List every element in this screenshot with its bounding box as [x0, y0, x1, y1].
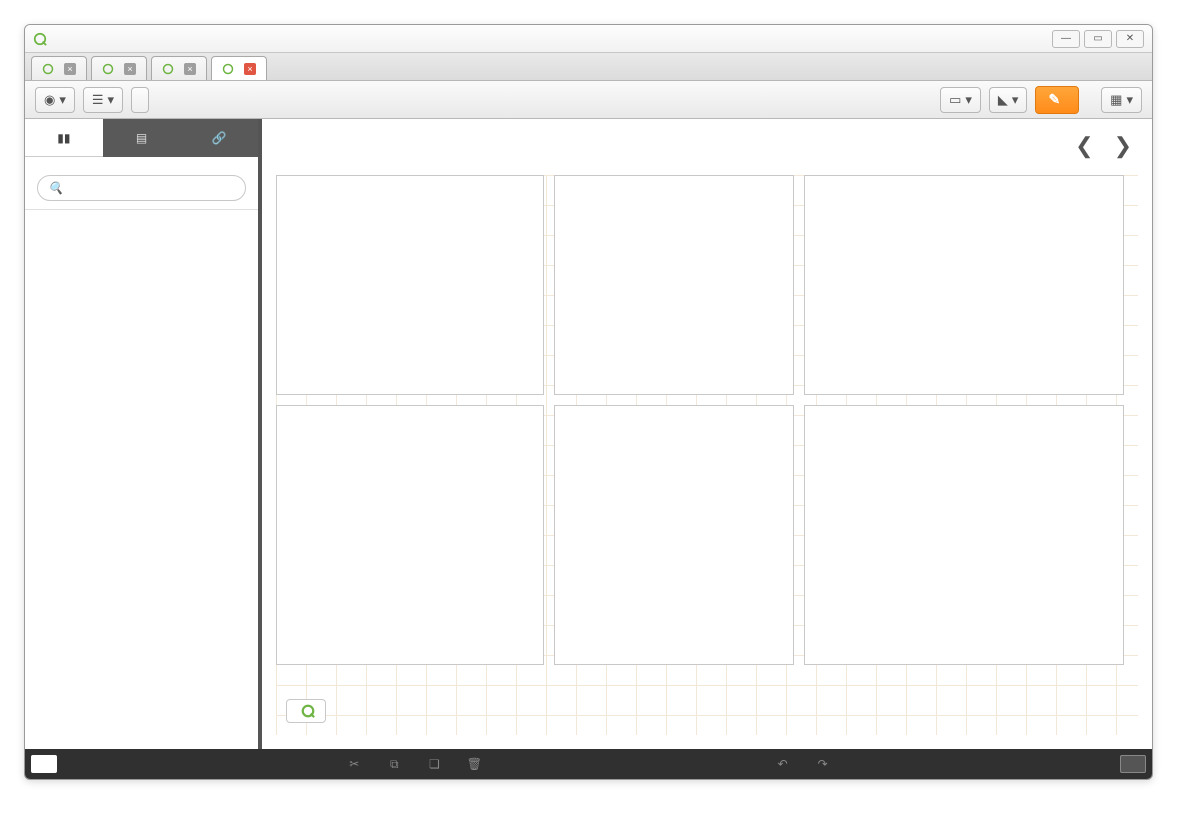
panel-title [277, 406, 543, 414]
window-minimize[interactable]: — [1052, 30, 1080, 48]
panel-scatter[interactable] [276, 405, 544, 665]
search-icon: 🔍 [48, 181, 63, 195]
footer-sheet-icon[interactable] [31, 755, 57, 773]
gauge-chart [555, 184, 795, 380]
link-icon: 🔗 [212, 131, 227, 145]
panel-title [555, 406, 793, 414]
chart-type-list [25, 209, 258, 210]
assets-tab-links[interactable]: 🔗 [180, 119, 258, 157]
bookmark-icon: ◣ [998, 92, 1008, 108]
delete-button[interactable]: 🗑 [463, 757, 485, 771]
scatter-chart [277, 414, 545, 648]
bar-chart [277, 184, 545, 380]
assets-section-label [25, 157, 258, 167]
paste-button[interactable]: ❏ [423, 757, 445, 771]
pencil-icon: ✎ [1048, 91, 1060, 108]
panel-combo[interactable] [804, 405, 1124, 665]
save-button[interactable] [131, 87, 149, 113]
qlik-logo-icon [33, 32, 47, 46]
qlik-badge [286, 699, 326, 723]
assets-tab-fields[interactable]: ▤ [103, 119, 181, 157]
close-icon[interactable]: × [184, 63, 196, 75]
qlik-logo-icon [301, 704, 315, 718]
panel-title [805, 406, 1123, 414]
window-close[interactable]: ✕ [1116, 30, 1144, 48]
close-icon[interactable]: × [124, 63, 136, 75]
grid-icon: ▦ [1110, 92, 1122, 108]
next-sheet-button[interactable]: ❯ [1114, 133, 1132, 159]
panel-pie[interactable] [554, 405, 794, 665]
list-icon: ☰ [92, 92, 104, 108]
combo-chart [805, 414, 1125, 648]
cut-button[interactable]: ✂ [343, 757, 365, 771]
nav-menu-button[interactable]: ◉▾ [35, 87, 75, 113]
panel-treemap[interactable] [804, 175, 1124, 395]
window-maximize[interactable]: ▭ [1084, 30, 1112, 48]
qlik-logo-icon [42, 63, 54, 75]
toolbar: ◉▾ ☰▾ ▭▾ ◣▾ ✎ ▦▾ [25, 81, 1152, 119]
sheet-icon: ▤ [136, 131, 147, 145]
panel-title [277, 176, 543, 184]
close-icon[interactable]: × [244, 63, 256, 75]
tab-my-sales-report[interactable]: × [91, 56, 147, 80]
redo-button[interactable]: ↷ [812, 757, 834, 771]
barchart-icon: ▮▮ [57, 131, 70, 145]
list-menu-button[interactable]: ☰▾ [83, 87, 123, 113]
footer-right-icon[interactable] [1120, 755, 1146, 773]
tabstrip: × × × × [25, 53, 1152, 81]
treemap-chart [811, 188, 1117, 364]
compass-icon: ◉ [44, 92, 55, 108]
present-button[interactable]: ▭▾ [940, 87, 981, 113]
done-button[interactable]: ✎ [1035, 86, 1079, 114]
panel-title [555, 176, 793, 184]
panel-bar[interactable] [276, 175, 544, 395]
assets-tab-charts[interactable]: ▮▮ [25, 119, 103, 157]
footer: ✂ ⧉ ❏ 🗑 ↶ ↷ [25, 749, 1152, 779]
sheet-grid-button[interactable]: ▦▾ [1101, 87, 1142, 113]
copy-button[interactable]: ⧉ [383, 757, 405, 772]
close-icon[interactable]: × [64, 63, 76, 75]
assets-panel: ▮▮ ▤ 🔗 🔍 [25, 119, 262, 749]
tab-equity-sales[interactable]: × [151, 56, 207, 80]
tab-sales-management[interactable]: × [211, 56, 267, 80]
undo-button[interactable]: ↶ [772, 757, 794, 771]
search-input[interactable]: 🔍 [37, 175, 246, 201]
panel-title [805, 176, 1123, 184]
panel-gauge[interactable] [554, 175, 794, 395]
layout-grid [276, 175, 1138, 735]
bookmark-button[interactable]: ◣▾ [989, 87, 1028, 113]
screen-icon: ▭ [949, 92, 961, 108]
titlebar: — ▭ ✕ [25, 25, 1152, 53]
pie-chart [555, 414, 795, 648]
prev-sheet-button[interactable]: ❮ [1075, 133, 1093, 159]
tab-desktop-hub[interactable]: × [31, 56, 87, 80]
canvas: ❮ ❯ [262, 119, 1152, 749]
